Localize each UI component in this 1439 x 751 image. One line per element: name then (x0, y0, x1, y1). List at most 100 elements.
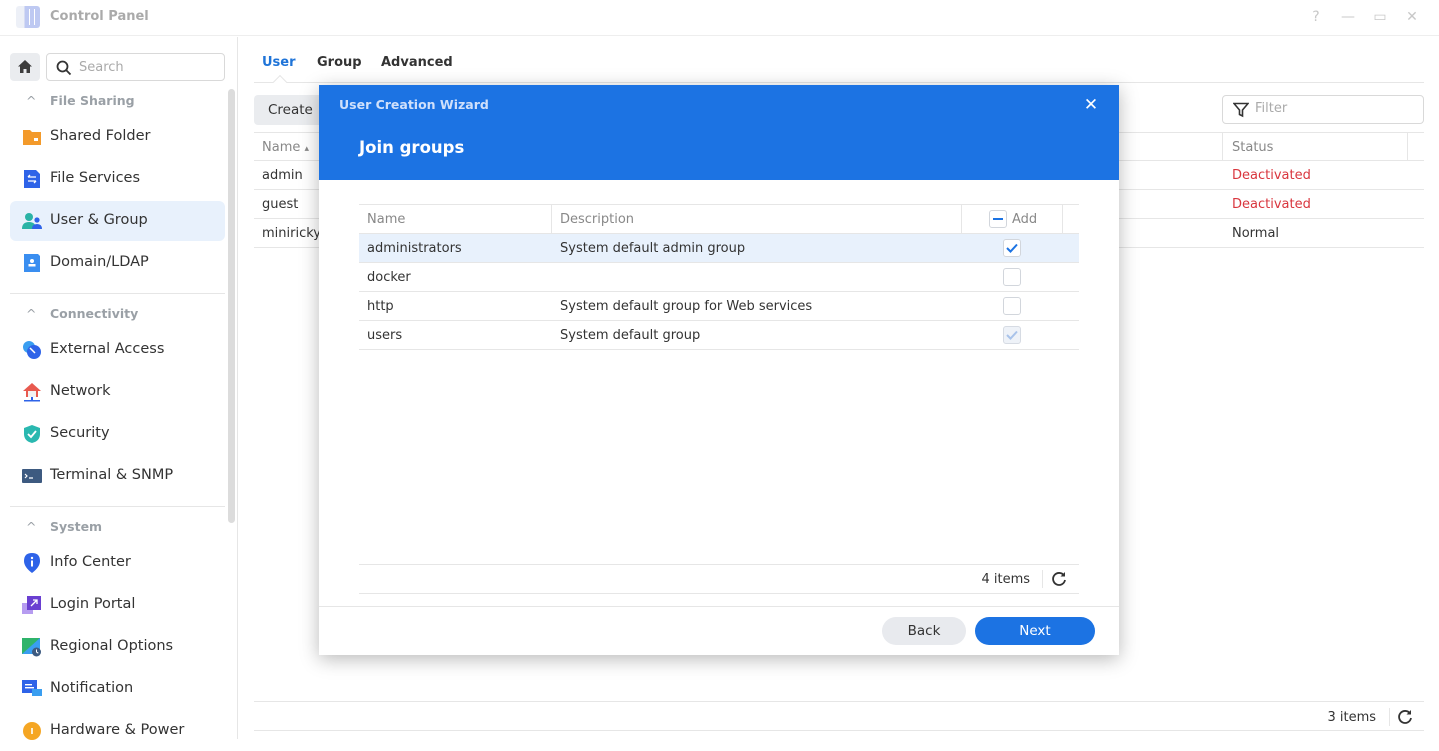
section-file-sharing[interactable]: ^ File Sharing (26, 93, 135, 108)
back-button[interactable]: Back (882, 617, 966, 645)
column-separator (1407, 133, 1408, 161)
tab-bar: User Group Advanced (254, 37, 1424, 90)
refresh-icon[interactable] (1396, 708, 1414, 726)
footer-separator (1389, 708, 1390, 726)
checkmark-icon (1006, 243, 1018, 253)
sort-ascending-icon: ▴ (304, 144, 310, 154)
next-button[interactable]: Next (975, 617, 1095, 645)
sidebar-scrollbar[interactable] (228, 89, 235, 523)
indeterminate-icon (993, 218, 1003, 220)
column-header-name[interactable]: Name ▴ (262, 140, 309, 155)
item-count: 4 items (981, 572, 1030, 587)
user-status: Deactivated (1232, 197, 1311, 212)
tab-advanced[interactable]: Advanced (381, 55, 453, 70)
group-name: http (367, 299, 394, 314)
group-row[interactable]: http System default group for Web servic… (359, 292, 1079, 321)
sidebar-item-label: Login Portal (50, 596, 136, 612)
file-services-icon (24, 170, 40, 188)
group-name: docker (367, 270, 411, 285)
domain-ldap-icon (24, 254, 40, 272)
sidebar-item-file-services[interactable]: File Services (10, 159, 225, 199)
chevron-up-icon: ^ (26, 306, 37, 321)
section-title: Connectivity (50, 306, 139, 321)
user-name: admin (262, 168, 303, 183)
sidebar-item-login-portal[interactable]: Login Portal (10, 585, 225, 625)
minimize-button[interactable]: — (1338, 7, 1358, 27)
sidebar-search[interactable] (46, 53, 225, 81)
sidebar-item-label: Security (50, 425, 110, 441)
sidebar-item-security[interactable]: Security (10, 414, 225, 454)
section-connectivity[interactable]: ^ Connectivity (26, 306, 138, 321)
column-separator (961, 205, 962, 234)
active-tab-indicator (272, 74, 288, 90)
sidebar-item-label: Hardware & Power (50, 722, 185, 738)
login-portal-icon (22, 596, 41, 614)
sidebar-item-shared-folder[interactable]: Shared Folder (10, 117, 225, 157)
regional-options-icon (22, 638, 41, 657)
help-button[interactable]: ? (1306, 7, 1326, 27)
dialog-title: User Creation Wizard (339, 97, 489, 112)
sidebar-item-external-access[interactable]: External Access (10, 330, 225, 370)
sidebar-item-terminal-snmp[interactable]: Terminal & SNMP (10, 456, 225, 496)
sidebar-item-label: File Services (50, 170, 141, 186)
section-divider (10, 293, 225, 294)
footer-separator (1042, 570, 1043, 588)
dialog-footer-divider (319, 606, 1119, 607)
window-title: Control Panel (50, 9, 149, 24)
sidebar-item-label: External Access (50, 341, 165, 357)
home-button[interactable] (10, 53, 40, 81)
groups-table-footer: 4 items (359, 564, 1079, 594)
group-description: System default group (560, 328, 701, 343)
column-separator (551, 205, 552, 234)
dialog-step-title: Join groups (359, 138, 465, 157)
tab-group[interactable]: Group (317, 55, 362, 70)
refresh-icon[interactable] (1050, 570, 1068, 588)
group-row[interactable]: administrators System default admin grou… (359, 234, 1079, 263)
close-dialog-button[interactable]: ✕ (1081, 95, 1101, 115)
sidebar-item-regional-options[interactable]: Regional Options (10, 627, 225, 667)
filter-input[interactable] (1255, 101, 1415, 116)
column-header-status[interactable]: Status (1232, 140, 1273, 155)
search-input[interactable] (79, 58, 219, 76)
user-creation-wizard-dialog: User Creation Wizard ✕ Join groups Name … (319, 85, 1119, 655)
column-header-description[interactable]: Description (560, 212, 634, 227)
user-status: Normal (1232, 226, 1280, 241)
sidebar-item-hardware-power[interactable]: Hardware & Power (10, 711, 225, 751)
sidebar-item-user-group[interactable]: User & Group (10, 201, 225, 241)
section-system[interactable]: ^ System (26, 519, 102, 534)
section-title: System (50, 519, 103, 534)
tab-user[interactable]: User (262, 55, 296, 70)
filter-box[interactable] (1222, 95, 1424, 124)
column-label: Name (262, 140, 301, 155)
sidebar-item-network[interactable]: Network (10, 372, 225, 412)
sidebar-item-label: Terminal & SNMP (50, 467, 174, 483)
close-window-button[interactable]: ✕ (1402, 7, 1422, 27)
group-row[interactable]: users System default group (359, 321, 1079, 350)
add-group-checkbox[interactable] (1003, 297, 1021, 315)
sidebar-item-domain-ldap[interactable]: Domain/LDAP (10, 243, 225, 283)
sidebar-item-info-center[interactable]: Info Center (10, 543, 225, 583)
user-name: miniricky (262, 226, 321, 241)
section-divider (10, 506, 225, 507)
column-header-add: Add (1012, 212, 1038, 227)
sidebar-item-label: User & Group (50, 212, 148, 228)
add-group-checkbox[interactable] (1003, 239, 1021, 257)
chevron-up-icon: ^ (26, 93, 37, 108)
info-center-icon (24, 553, 40, 573)
group-row[interactable]: docker (359, 263, 1079, 292)
group-description: System default admin group (560, 241, 746, 256)
add-group-checkbox[interactable] (1003, 268, 1021, 286)
sidebar-item-notification[interactable]: Notification (10, 669, 225, 709)
user-status: Deactivated (1232, 168, 1311, 183)
group-description: System default group for Web services (560, 299, 813, 314)
maximize-button[interactable]: ▭ (1370, 7, 1390, 27)
security-shield-icon (24, 425, 40, 443)
groups-table-header: Name Description Add (359, 204, 1079, 234)
user-group-icon (22, 213, 42, 229)
select-all-checkbox[interactable] (989, 210, 1007, 228)
column-header-name[interactable]: Name (367, 212, 405, 227)
column-separator (1062, 205, 1063, 234)
external-access-icon (23, 341, 41, 359)
user-table-footer: 3 items (254, 701, 1424, 731)
hardware-power-icon (23, 722, 41, 740)
